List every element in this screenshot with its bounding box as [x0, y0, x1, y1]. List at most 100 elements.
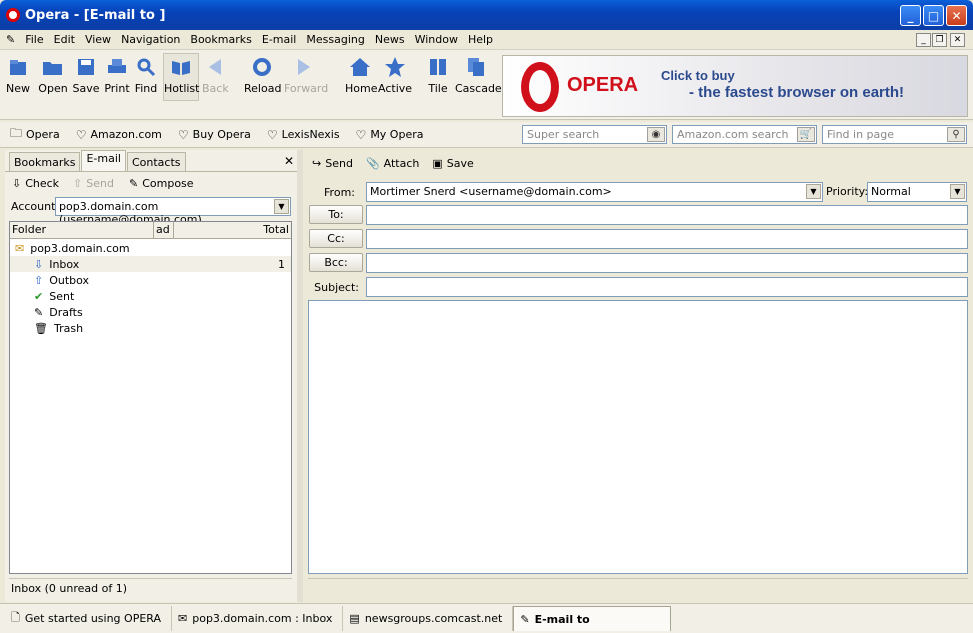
- maximize-button[interactable]: □: [923, 5, 944, 26]
- opera-ad-banner[interactable]: OPERA Click to buy - the fastest browser…: [502, 55, 968, 117]
- bcc-field[interactable]: [366, 253, 968, 273]
- tab-email[interactable]: E-mail: [81, 150, 126, 172]
- amazon-search-input[interactable]: Amazon.com search 🛒: [672, 125, 817, 144]
- hotlist-panel: Bookmarks E-mail Contacts ✕ ⇩ Check ⇧ Send…: [5, 150, 297, 602]
- reload-button[interactable]: Reload: [244, 54, 281, 95]
- heart-icon: ♡: [355, 127, 367, 142]
- priority-select[interactable]: Normal ▼: [867, 182, 967, 202]
- menu-bookmarks[interactable]: Bookmarks: [190, 33, 251, 46]
- folder-row[interactable]: ✔ Sent: [10, 288, 74, 304]
- chevron-down-icon[interactable]: ▼: [806, 184, 821, 199]
- tab-bookmarks[interactable]: Bookmarks: [9, 152, 81, 172]
- compose-toolbar: ↪ Send 📎 Attach ▣ Save: [303, 150, 973, 176]
- personal-item-my-opera[interactable]: ♡ My Opera: [356, 128, 424, 142]
- reload-icon: [250, 54, 274, 80]
- minimize-button[interactable]: _: [900, 5, 921, 26]
- column-unread[interactable]: ad: [154, 222, 174, 238]
- magnifier-icon: [134, 54, 158, 80]
- menu-view[interactable]: View: [85, 33, 111, 46]
- page-tab-inbox[interactable]: ✉ pop3.domain.com : Inbox: [172, 606, 344, 631]
- panel-status: Inbox (0 unread of 1): [9, 578, 292, 598]
- to-button[interactable]: To:: [309, 205, 363, 224]
- bcc-button[interactable]: Bcc:: [309, 253, 363, 272]
- folder-row[interactable]: ✎ Drafts: [10, 304, 83, 320]
- back-button[interactable]: Back: [202, 54, 229, 95]
- opera-logo-icon: [6, 8, 20, 22]
- page-tab-email-to[interactable]: ✎ E-mail to: [513, 606, 672, 631]
- send-queued-button[interactable]: ⇧ Send: [73, 177, 114, 190]
- forward-button[interactable]: Forward: [284, 54, 328, 95]
- find-button[interactable]: Find: [134, 54, 158, 95]
- from-label: From:: [324, 186, 355, 199]
- tile-button[interactable]: Tile: [426, 54, 450, 95]
- compose-icon: ✎: [129, 177, 139, 190]
- find-in-page-input[interactable]: Find in page ⚲: [822, 125, 967, 144]
- folder-row[interactable]: ⇩ Inbox 1: [10, 256, 291, 272]
- attach-button[interactable]: 📎 Attach: [366, 157, 419, 170]
- send-button[interactable]: ↪ Send: [312, 157, 353, 170]
- super-search-input[interactable]: Super search ◉: [522, 125, 667, 144]
- close-panel-icon[interactable]: ✕: [284, 154, 294, 168]
- check-button[interactable]: ⇩ Check: [12, 177, 59, 190]
- menu-edit[interactable]: Edit: [54, 33, 75, 46]
- account-select[interactable]: pop3.domain.com (username@domain.com) ▼: [55, 197, 291, 226]
- banner-brand: OPERA: [567, 74, 639, 96]
- to-field[interactable]: [366, 205, 968, 225]
- mdi-minimize-button[interactable]: _: [916, 33, 931, 47]
- title-bar: Opera - [E-mail to ]: [0, 0, 973, 30]
- send-arrow-icon: ↪: [312, 156, 322, 170]
- panel-splitter[interactable]: [297, 150, 303, 602]
- new-button[interactable]: New: [6, 54, 30, 95]
- envelope-icon: ✉: [15, 241, 25, 255]
- folder-row[interactable]: ⇧ Outbox: [10, 272, 89, 288]
- heart-icon: ♡: [75, 127, 87, 142]
- close-button[interactable]: ✕: [946, 5, 967, 26]
- folder-row[interactable]: 🗑 Trash: [10, 320, 83, 336]
- menu-window[interactable]: Window: [415, 33, 458, 46]
- opera-o-logo-icon: [521, 62, 559, 112]
- active-button[interactable]: Active: [378, 54, 412, 95]
- cart-icon[interactable]: 🛒: [797, 127, 815, 142]
- heart-icon: ♡: [266, 127, 278, 142]
- menu-messaging[interactable]: Messaging: [306, 33, 364, 46]
- column-folder[interactable]: Folder: [10, 222, 154, 238]
- page-tab-newsgroups[interactable]: ▤ newsgroups.comcast.net: [343, 606, 514, 631]
- personal-item-buy-opera[interactable]: ♡ Buy Opera: [178, 128, 251, 142]
- menu-news[interactable]: News: [375, 33, 405, 46]
- chevron-down-icon[interactable]: ▼: [274, 199, 289, 214]
- column-total[interactable]: Total: [174, 222, 291, 238]
- mdi-restore-button[interactable]: ❐: [932, 33, 947, 47]
- open-button[interactable]: Open: [38, 54, 68, 95]
- subject-field[interactable]: [366, 277, 968, 297]
- personal-item-lexisnexis[interactable]: ♡ LexisNexis: [267, 128, 340, 142]
- menu-email[interactable]: E-mail: [262, 33, 297, 46]
- home-button[interactable]: Home: [345, 54, 377, 95]
- menu-navigation[interactable]: Navigation: [121, 33, 180, 46]
- hotlist-button[interactable]: Hotlist: [163, 53, 199, 101]
- account-node[interactable]: ✉ pop3.domain.com: [15, 240, 130, 256]
- tab-contacts[interactable]: Contacts: [126, 152, 186, 172]
- folder-header: Folder ad Total: [10, 222, 291, 239]
- menu-help[interactable]: Help: [468, 33, 493, 46]
- menu-bar: ✎ File Edit View Navigation Bookmarks E-…: [0, 30, 973, 50]
- cascade-button[interactable]: Cascade: [455, 54, 502, 95]
- open-folder-icon: [41, 54, 65, 80]
- search-go-icon[interactable]: ◉: [647, 127, 665, 142]
- print-button[interactable]: Print: [103, 54, 131, 95]
- cc-button[interactable]: Cc:: [309, 229, 363, 248]
- chevron-down-icon[interactable]: ▼: [950, 184, 965, 199]
- save-button[interactable]: Save: [72, 54, 100, 95]
- personal-item-amazon[interactable]: ♡ Amazon.com: [76, 128, 162, 142]
- message-body-textarea[interactable]: [308, 300, 968, 574]
- save-draft-button[interactable]: ▣ Save: [432, 157, 473, 170]
- cc-field[interactable]: [366, 229, 968, 249]
- compose-status-bar: [308, 578, 968, 600]
- check-mail-icon: ⇩: [12, 177, 22, 190]
- menu-file[interactable]: File: [25, 33, 43, 46]
- search-icon[interactable]: ⚲: [947, 127, 965, 142]
- mdi-close-button[interactable]: ✕: [950, 33, 965, 47]
- page-tab-get-started[interactable]: 🗋 Get started using OPERA: [5, 606, 173, 631]
- personal-item-opera[interactable]: 🗀 Opera: [10, 124, 60, 145]
- from-select[interactable]: Mortimer Snerd <username@domain.com> ▼: [366, 182, 823, 202]
- compose-button[interactable]: ✎ Compose: [129, 177, 194, 190]
